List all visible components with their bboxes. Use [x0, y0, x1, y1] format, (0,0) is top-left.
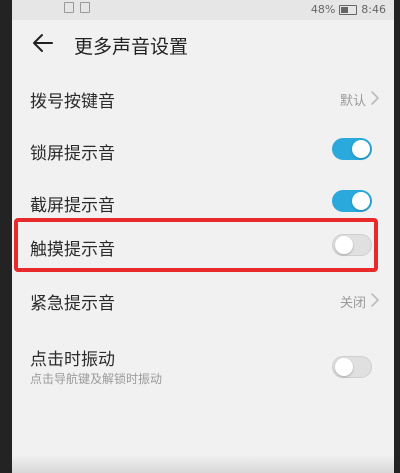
toggle-knob	[352, 140, 370, 158]
page-title: 更多声音设置	[74, 36, 189, 58]
phone-frame: 48% 8:46 更多声音设置 拨号按键音 默认 锁屏提示音 截屏提示音 触摸提…	[0, 0, 400, 473]
row-label: 拨号按键音	[30, 92, 115, 112]
row-value: 默认	[339, 94, 366, 109]
battery-percent: 48%	[310, 3, 336, 16]
arrow-left-icon[interactable]	[30, 30, 56, 56]
bottom-shade	[12, 455, 394, 473]
chevron-right-icon	[371, 91, 379, 105]
status-right: 48% 8:46	[311, 3, 386, 16]
row-label: 截屏提示音	[30, 196, 115, 216]
gallery-icon	[80, 2, 90, 13]
row-vibrate-on-touch: 点击时振动 点击导航键及解锁时振动	[12, 330, 394, 394]
row-dial-keypad-tone[interactable]: 拨号按键音 默认	[12, 72, 394, 126]
row-label: 点击时振动	[30, 350, 115, 370]
lock-screen-sound-toggle[interactable]	[332, 138, 372, 160]
status-bar: 48% 8:46	[12, 0, 394, 20]
toggle-knob	[352, 192, 370, 210]
clock: 8:46	[361, 3, 386, 16]
row-sublabel: 点击导航键及解锁时振动	[30, 372, 163, 386]
notification-icon	[64, 2, 74, 13]
row-label: 紧急提示音	[30, 294, 115, 314]
battery-icon	[339, 4, 358, 15]
row-emergency-tone[interactable]: 紧急提示音 关闭	[12, 274, 394, 328]
row-value: 关闭	[339, 296, 366, 311]
toggle-knob	[335, 358, 353, 376]
vibrate-on-touch-toggle[interactable]	[332, 356, 372, 378]
screenshot-sound-toggle[interactable]	[332, 190, 372, 212]
row-lock-screen-sound: 锁屏提示音	[12, 124, 394, 178]
settings-screen: 48% 8:46 更多声音设置 拨号按键音 默认 锁屏提示音 截屏提示音 触摸提…	[12, 0, 394, 473]
row-label: 锁屏提示音	[30, 144, 115, 164]
highlight-annotation	[14, 218, 378, 272]
header: 更多声音设置	[12, 24, 394, 70]
chevron-right-icon	[371, 293, 379, 307]
status-icons	[64, 2, 90, 13]
